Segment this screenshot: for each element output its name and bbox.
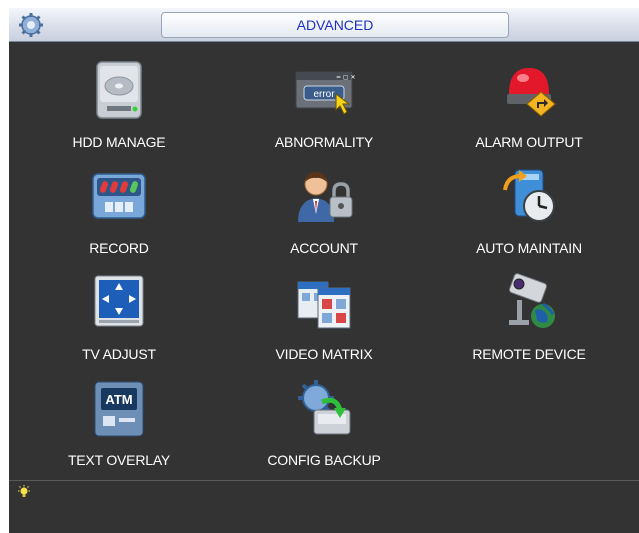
menu-item-alarm-output[interactable]: ALARM OUTPUT [429, 50, 629, 150]
menu-item-label: HDD MANAGE [72, 134, 166, 150]
alarm-light-icon [507, 68, 556, 117]
menu-item-remote-device[interactable]: REMOTE DEVICE [429, 262, 629, 362]
title-bar: ADVANCED [9, 8, 639, 42]
menu-item-tv-adjust[interactable]: TV ADJUST [19, 262, 219, 362]
advanced-window: ADVANCED HDD MANAGE = ▢ ✕ error ABNORMAL… [9, 8, 639, 533]
tv-adjust-icon [94, 275, 144, 327]
video-matrix-icon [297, 281, 351, 329]
menu-item-label: TV ADJUST [82, 346, 156, 362]
atm-badge-text: ATM [105, 392, 132, 407]
menu-item-config-backup[interactable]: CONFIG BACKUP [224, 368, 424, 468]
menu-item-hdd-manage[interactable]: HDD MANAGE [19, 50, 219, 150]
account-lock-icon [298, 172, 353, 222]
menu-item-record[interactable]: RECORD [19, 156, 219, 256]
menu-item-account[interactable]: ACCOUNT [224, 156, 424, 256]
menu-item-label: RECORD [89, 240, 149, 256]
error-window-icon: = ▢ ✕ error [295, 71, 356, 115]
menu-item-label: CONFIG BACKUP [267, 452, 381, 468]
record-icon [92, 173, 146, 219]
menu-item-text-overlay[interactable]: ATM TEXT OVERLAY [19, 368, 219, 468]
hdd-icon [96, 61, 142, 119]
menu-item-video-matrix[interactable]: VIDEO MATRIX [224, 262, 424, 362]
remote-camera-icon [508, 273, 555, 328]
menu-item-auto-maintain[interactable]: AUTO MAINTAIN [429, 156, 629, 256]
clock-maintain-icon [503, 169, 555, 222]
lightbulb-icon [18, 485, 30, 497]
window-title: ADVANCED [161, 12, 509, 38]
menu-item-abnormality[interactable]: = ▢ ✕ error ABNORMALITY [224, 50, 424, 150]
menu-item-label: VIDEO MATRIX [275, 346, 373, 362]
menu-item-label: REMOTE DEVICE [472, 346, 586, 362]
menu-item-label: TEXT OVERLAY [67, 452, 171, 468]
menu-item-label: ACCOUNT [290, 240, 358, 256]
gear-icon[interactable] [17, 11, 45, 39]
error-badge-text: error [313, 89, 335, 100]
config-backup-icon [298, 380, 351, 435]
divider [9, 480, 639, 481]
atm-icon: ATM [94, 381, 144, 437]
menu-item-label: ALARM OUTPUT [475, 134, 583, 150]
menu-item-label: ABNORMALITY [274, 134, 374, 150]
menu-item-label: AUTO MAINTAIN [476, 240, 582, 256]
svg-text:= ▢ ✕: = ▢ ✕ [336, 74, 356, 81]
